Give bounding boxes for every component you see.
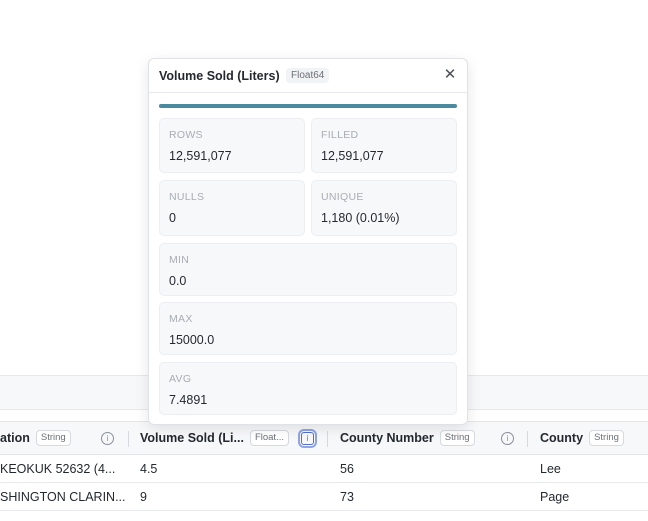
popover-title: Volume Sold (Liters) bbox=[159, 69, 280, 83]
column-header-volume-sold[interactable]: Volume Sold (Li... Float... bbox=[140, 422, 294, 454]
stat-value: 0.0 bbox=[169, 274, 187, 288]
stat-value: 7.4891 bbox=[169, 393, 208, 407]
table-cell[interactable]: KEOKUK 52632 (4... bbox=[0, 455, 128, 482]
column-label: County Number bbox=[340, 431, 434, 445]
column-divider[interactable] bbox=[527, 431, 528, 447]
column-divider[interactable] bbox=[327, 431, 328, 447]
column-label: ation bbox=[0, 431, 30, 445]
stat-unique: UNIQUE 1,180 (0.01%) bbox=[311, 180, 457, 236]
type-badge: String bbox=[35, 430, 71, 446]
stat-value: 1,180 (0.01%) bbox=[321, 211, 400, 225]
type-badge: Float... bbox=[249, 430, 289, 446]
table-cell[interactable]: 56 bbox=[340, 455, 520, 482]
column-header-county[interactable]: County String bbox=[540, 422, 648, 454]
close-icon[interactable]: ✕ bbox=[443, 67, 457, 82]
info-icon[interactable]: i bbox=[101, 432, 114, 445]
data-table: ation String i Volume Sold (Li... Float.… bbox=[0, 421, 648, 521]
fill-rate-bar-fill bbox=[159, 104, 457, 108]
table-cell[interactable]: 4.5 bbox=[140, 455, 320, 482]
stat-nulls: NULLS 0 bbox=[159, 180, 305, 236]
column-header-location[interactable]: ation String bbox=[0, 422, 110, 454]
stat-value: 0 bbox=[169, 211, 176, 225]
column-divider[interactable] bbox=[128, 431, 129, 447]
fill-rate-bar bbox=[159, 104, 457, 108]
table-header: ation String i Volume Sold (Li... Float.… bbox=[0, 421, 648, 455]
stat-label: FILLED bbox=[321, 129, 359, 141]
table-cell[interactable]: 9 bbox=[140, 483, 320, 510]
info-icon[interactable]: i bbox=[298, 429, 317, 448]
stat-value: 12,591,077 bbox=[169, 149, 232, 163]
column-stats-popover: Volume Sold (Liters) Float64 ✕ ROWS 12,5… bbox=[148, 58, 468, 425]
stat-label: NULLS bbox=[169, 191, 205, 203]
stat-label: UNIQUE bbox=[321, 191, 364, 203]
table-row[interactable] bbox=[0, 511, 648, 521]
stat-label: MAX bbox=[169, 313, 193, 325]
type-badge: Float64 bbox=[286, 68, 330, 83]
table-cell[interactable]: Lee bbox=[540, 455, 648, 482]
popover-header: Volume Sold (Liters) Float64 ✕ bbox=[149, 59, 467, 93]
stat-value: 15000.0 bbox=[169, 333, 215, 347]
table-cell[interactable]: Page bbox=[540, 483, 648, 510]
table-row[interactable]: SHINGTON CLARIN... 9 73 Page bbox=[0, 483, 648, 511]
stat-label: ROWS bbox=[169, 129, 203, 141]
stat-label: AVG bbox=[169, 373, 192, 385]
stat-max: MAX 15000.0 bbox=[159, 302, 457, 355]
table-row[interactable]: KEOKUK 52632 (4... 4.5 56 Lee bbox=[0, 455, 648, 483]
stat-min: MIN 0.0 bbox=[159, 243, 457, 296]
column-label: Volume Sold (Li... bbox=[140, 431, 244, 445]
type-badge: String bbox=[439, 430, 475, 446]
table-cell[interactable]: 73 bbox=[340, 483, 520, 510]
stat-value: 12,591,077 bbox=[321, 149, 384, 163]
column-label: County bbox=[540, 431, 584, 445]
stat-filled: FILLED 12,591,077 bbox=[311, 118, 457, 173]
stat-rows: ROWS 12,591,077 bbox=[159, 118, 305, 173]
table-cell[interactable]: SHINGTON CLARIN... bbox=[0, 483, 128, 510]
stat-label: MIN bbox=[169, 254, 190, 266]
column-header-county-number[interactable]: County Number String bbox=[340, 422, 500, 454]
info-icon[interactable]: i bbox=[501, 432, 514, 445]
type-badge: String bbox=[589, 430, 624, 446]
stat-avg: AVG 7.4891 bbox=[159, 362, 457, 415]
